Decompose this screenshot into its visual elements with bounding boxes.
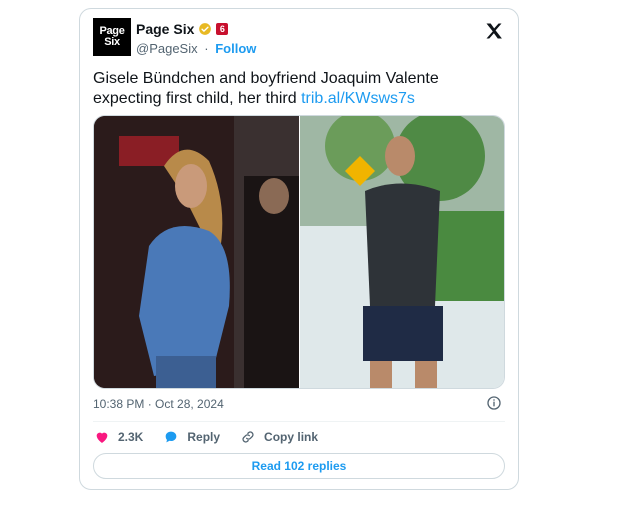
photo-right-illustration	[300, 116, 504, 388]
follow-button[interactable]: Follow	[215, 41, 256, 56]
avatar-line-2: Six	[104, 36, 120, 48]
tweet-card: Page Six Page Six 6 @PageSix · Follow Gi…	[79, 8, 519, 490]
photo-left-illustration	[94, 116, 299, 388]
photo-left[interactable]	[94, 116, 299, 388]
reply-icon	[166, 431, 177, 443]
action-bar: 2.3K Reply Copy link	[94, 429, 338, 445]
reply-button[interactable]: Reply	[163, 429, 220, 445]
tweet-text: Gisele Bündchen and boyfriend Joaquim Va…	[93, 69, 503, 109]
link-icon	[242, 431, 254, 443]
avatar[interactable]: Page Six	[93, 18, 131, 56]
read-replies-button[interactable]: Read 102 replies	[93, 453, 505, 479]
copy-link-button[interactable]: Copy link	[240, 429, 318, 445]
affiliate-badge-icon: 6	[216, 23, 229, 35]
like-button[interactable]: 2.3K	[94, 429, 143, 445]
verified-icon	[199, 23, 212, 35]
like-count: 2.3K	[118, 430, 144, 444]
author-name-row: Page Six 6	[136, 21, 229, 37]
author-name[interactable]: Page Six	[136, 21, 194, 37]
tweet-media[interactable]	[93, 115, 505, 389]
photo-right[interactable]	[300, 116, 504, 388]
reply-label: Reply	[187, 430, 221, 444]
tweet-link[interactable]: trib.al/KWsws7s	[301, 90, 415, 107]
divider	[93, 421, 505, 422]
heart-icon	[96, 432, 108, 443]
handle-separator: ·	[204, 41, 209, 56]
x-logo-icon[interactable]	[484, 21, 504, 41]
author-handle[interactable]: @PageSix	[136, 41, 198, 56]
timestamp[interactable]: 10:38 PM · Oct 28, 2024	[93, 397, 224, 411]
handle-row: @PageSix · Follow	[136, 41, 256, 56]
info-icon[interactable]	[486, 395, 502, 411]
copy-link-label: Copy link	[264, 430, 319, 444]
